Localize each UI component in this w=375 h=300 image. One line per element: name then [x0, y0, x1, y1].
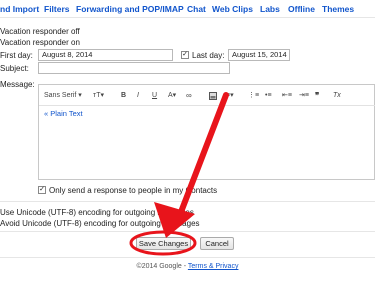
- image-icon[interactable]: [209, 91, 217, 101]
- tab-themes[interactable]: Themes: [322, 4, 354, 14]
- last-day-label: Last day:: [192, 51, 225, 60]
- bulleted-list-icon[interactable]: •≡: [265, 91, 272, 101]
- tab-forwarding-pop-imap[interactable]: Forwarding and POP/IMAP: [76, 4, 184, 14]
- unicode-encoding-option[interactable]: Use Unicode (UTF-8) encoding for outgoin…: [0, 208, 194, 217]
- message-label: Message:: [0, 80, 35, 89]
- last-day-input[interactable]: August 15, 2014: [228, 49, 290, 61]
- vacation-on-option[interactable]: Vacation responder on: [0, 38, 80, 47]
- footer-divider: [0, 257, 375, 258]
- last-day-checkbox[interactable]: ✓: [181, 51, 189, 59]
- italic-button[interactable]: I: [137, 91, 139, 101]
- subject-label: Subject:: [0, 64, 29, 73]
- font-family-label: Sans Serif: [44, 92, 77, 99]
- tab-labs[interactable]: Labs: [260, 4, 280, 14]
- first-day-label: First day:: [0, 51, 33, 60]
- remove-formatting-icon[interactable]: Tx: [333, 91, 341, 101]
- font-family-dropdown[interactable]: Sans Serif ▾: [44, 91, 82, 101]
- indent-less-icon[interactable]: ⇤≡: [282, 91, 292, 101]
- vacation-off-option[interactable]: Vacation responder off: [0, 27, 80, 36]
- align-icon[interactable]: ≡▾: [226, 91, 234, 101]
- footer-copyright: ©2014 Google -: [136, 263, 187, 270]
- tab-chat[interactable]: Chat: [187, 4, 206, 14]
- contacts-only-label: Only send a response to people in my Con…: [49, 186, 218, 195]
- section-divider-2: [0, 231, 375, 232]
- bold-button[interactable]: B: [121, 91, 126, 101]
- subject-input[interactable]: [38, 62, 230, 74]
- terms-privacy-link[interactable]: Terms & Privacy: [188, 263, 239, 270]
- tab-offline[interactable]: Offline: [288, 4, 315, 14]
- message-editor[interactable]: [38, 84, 375, 180]
- tab-divider: [0, 17, 375, 18]
- toolbar-divider: [39, 105, 375, 106]
- first-day-input[interactable]: August 8, 2014: [38, 49, 173, 61]
- numbered-list-icon[interactable]: ⋮≡: [248, 91, 259, 101]
- text-color-label: A: [168, 92, 173, 99]
- plain-text-link[interactable]: « Plain Text: [44, 109, 83, 118]
- section-divider: [0, 201, 375, 202]
- text-color-button[interactable]: A▾: [168, 91, 176, 101]
- font-size-label: тT: [93, 92, 101, 99]
- tab-filters[interactable]: Filters: [44, 4, 70, 14]
- save-changes-button[interactable]: Save Changes: [136, 237, 191, 250]
- tab-forwarding-import[interactable]: nd Import: [0, 4, 39, 14]
- footer: ©2014 Google - Terms & Privacy: [0, 263, 375, 270]
- tab-web-clips[interactable]: Web Clips: [212, 4, 253, 14]
- underline-button[interactable]: U: [152, 91, 157, 101]
- font-size-dropdown[interactable]: тT▾: [93, 91, 104, 101]
- contacts-only-checkbox[interactable]: ✓: [38, 186, 46, 194]
- link-icon[interactable]: ∞: [186, 91, 192, 101]
- cancel-button[interactable]: Cancel: [200, 237, 234, 250]
- quote-icon[interactable]: ❞: [315, 91, 319, 101]
- avoid-unicode-encoding-option[interactable]: Avoid Unicode (UTF-8) encoding for outgo…: [0, 219, 200, 228]
- indent-more-icon[interactable]: ⇥≡: [299, 91, 309, 101]
